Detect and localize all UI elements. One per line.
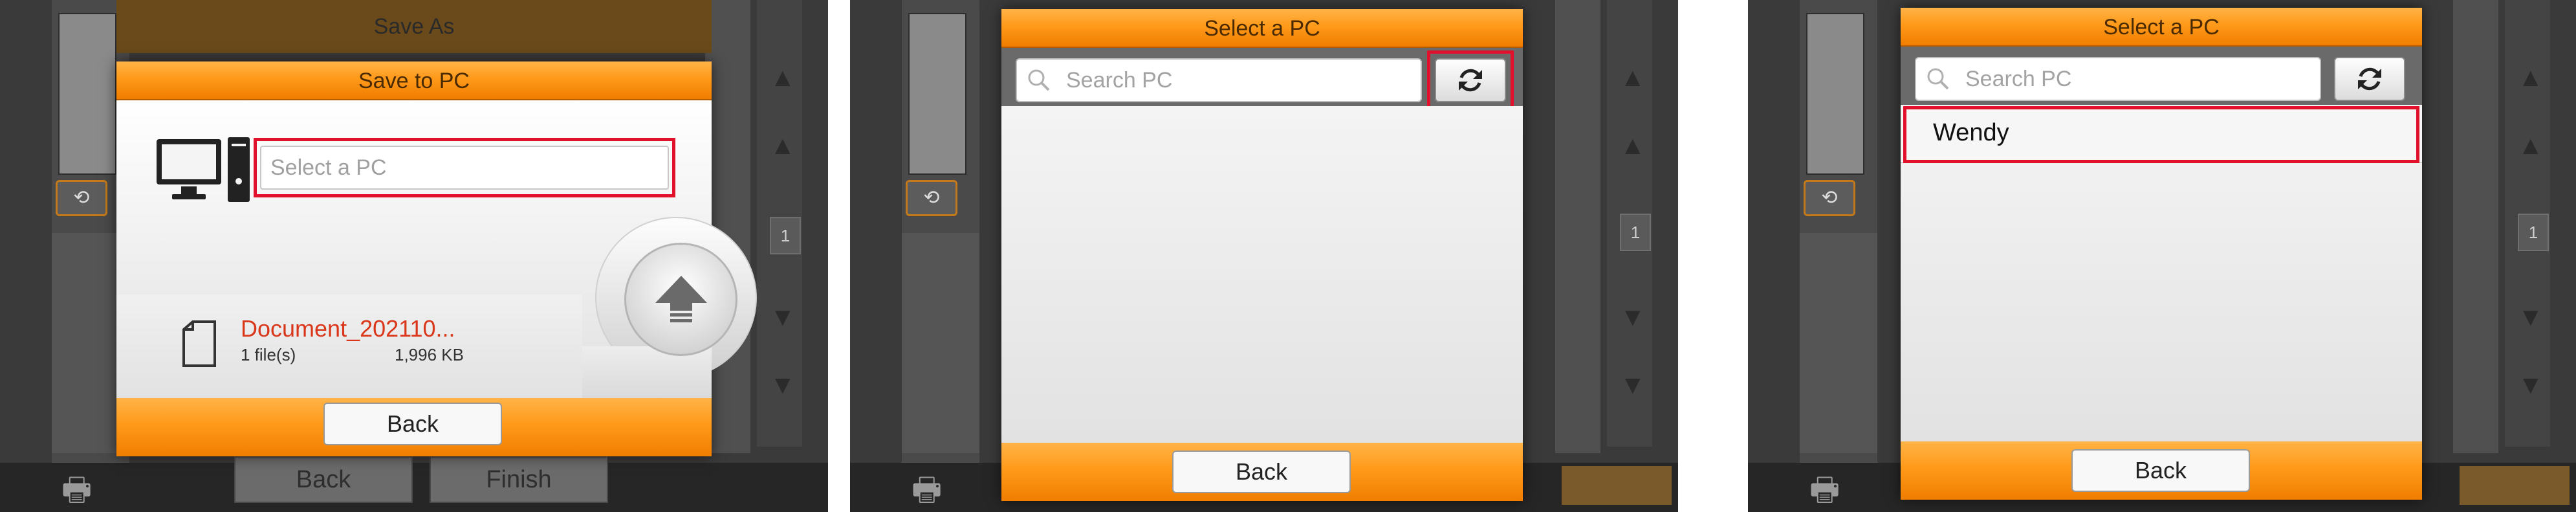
- page-number: 1: [2518, 214, 2549, 251]
- background-orange-bar: [2460, 466, 2570, 505]
- dialog-title: Select a PC: [1001, 9, 1523, 48]
- scanner-icon[interactable]: 🖶: [911, 466, 942, 512]
- up-arrow-icon[interactable]: ▲: [2518, 65, 2544, 91]
- bottom-bar: [0, 463, 828, 512]
- panel-save-to-pc: ⟲ ▲ ▲ 1 ▼ ▼ 🖶 Back Finish Save As Save t…: [0, 0, 828, 512]
- pc-list: [1001, 106, 1523, 443]
- background-back-button[interactable]: Back: [234, 456, 413, 503]
- file-size: 1,996 KB: [395, 345, 464, 364]
- up-arrow-icon[interactable]: ▲: [1620, 133, 1646, 159]
- highlight-box: [1427, 50, 1514, 110]
- background-right-strip: [1555, 0, 1600, 453]
- finish-button[interactable]: Finish: [430, 456, 608, 503]
- refresh-icon: [2358, 67, 2381, 91]
- background-gray-block: [902, 233, 979, 453]
- scanner-icon[interactable]: 🖶: [61, 466, 92, 512]
- select-pc-dialog: Select a PC Search PC Wendy Back: [1901, 8, 2422, 500]
- up-arrow-icon[interactable]: ▲: [2518, 133, 2544, 159]
- upload-button[interactable]: [624, 243, 737, 356]
- highlight-box: [1903, 106, 2419, 163]
- file-name: Document_202110...: [241, 315, 455, 342]
- rotate-icon[interactable]: ⟲: [906, 180, 957, 216]
- up-arrow-icon[interactable]: ▲: [770, 133, 796, 159]
- search-input[interactable]: Search PC: [1915, 57, 2321, 101]
- rotate-icon[interactable]: ⟲: [1804, 180, 1855, 216]
- refresh-button[interactable]: [2334, 57, 2405, 101]
- save-to-pc-dialog: Save to PC Select a PC Document_202110..…: [116, 61, 757, 456]
- highlight-box: [254, 138, 675, 197]
- background-gray-block: [1800, 233, 1877, 453]
- search-icon: [1927, 68, 1949, 90]
- file-count: 1 file(s): [241, 345, 296, 364]
- search-icon: [1028, 69, 1050, 91]
- down-arrow-icon[interactable]: ▼: [1620, 304, 1646, 330]
- search-input[interactable]: Search PC: [1016, 58, 1422, 102]
- panel-select-pc-list: ⟲ ▲ ▲ 1 ▼ ▼ 🖶 Select a PC Search PC Wend…: [1748, 0, 2576, 512]
- search-row: Search PC: [1001, 48, 1523, 110]
- down-arrow-icon[interactable]: ▼: [2518, 372, 2544, 398]
- pc-list: Wendy: [1901, 105, 2422, 441]
- down-arrow-icon[interactable]: ▼: [770, 372, 796, 398]
- back-button[interactable]: Back: [323, 403, 502, 445]
- panel-select-pc-empty: ⟲ ▲ ▲ 1 ▼ ▼ 🖶 Select a PC Search PC Back: [850, 0, 1678, 512]
- down-arrow-icon[interactable]: ▼: [2518, 304, 2544, 330]
- dialog-title: Save to PC: [116, 61, 712, 100]
- back-button[interactable]: Back: [2071, 449, 2250, 492]
- back-button[interactable]: Back: [1172, 451, 1351, 493]
- dialog-title: Select a PC: [1901, 8, 2422, 47]
- background-right-strip: [2453, 0, 2498, 453]
- scanner-icon[interactable]: 🖶: [1809, 466, 1840, 512]
- computer-icon: [155, 136, 252, 207]
- up-arrow-icon[interactable]: ▲: [1620, 65, 1646, 91]
- document-icon: [181, 320, 217, 367]
- up-arrow-icon[interactable]: ▲: [770, 65, 796, 91]
- background-orange-bar: [1562, 466, 1672, 505]
- rotate-icon[interactable]: ⟲: [56, 180, 107, 216]
- page-number: 1: [770, 217, 801, 254]
- search-row: Search PC: [1901, 47, 2422, 105]
- down-arrow-icon[interactable]: ▼: [770, 304, 796, 330]
- page-number: 1: [1620, 214, 1651, 251]
- upload-icon: [655, 275, 707, 322]
- background-document-thumbnail: [1806, 13, 1864, 175]
- background-document-thumbnail: [908, 13, 966, 175]
- background-document-thumbnail: [58, 13, 116, 175]
- select-pc-dialog: Select a PC Search PC Back: [1001, 9, 1523, 501]
- down-arrow-icon[interactable]: ▼: [1620, 372, 1646, 398]
- save-as-title: Save As: [116, 0, 712, 53]
